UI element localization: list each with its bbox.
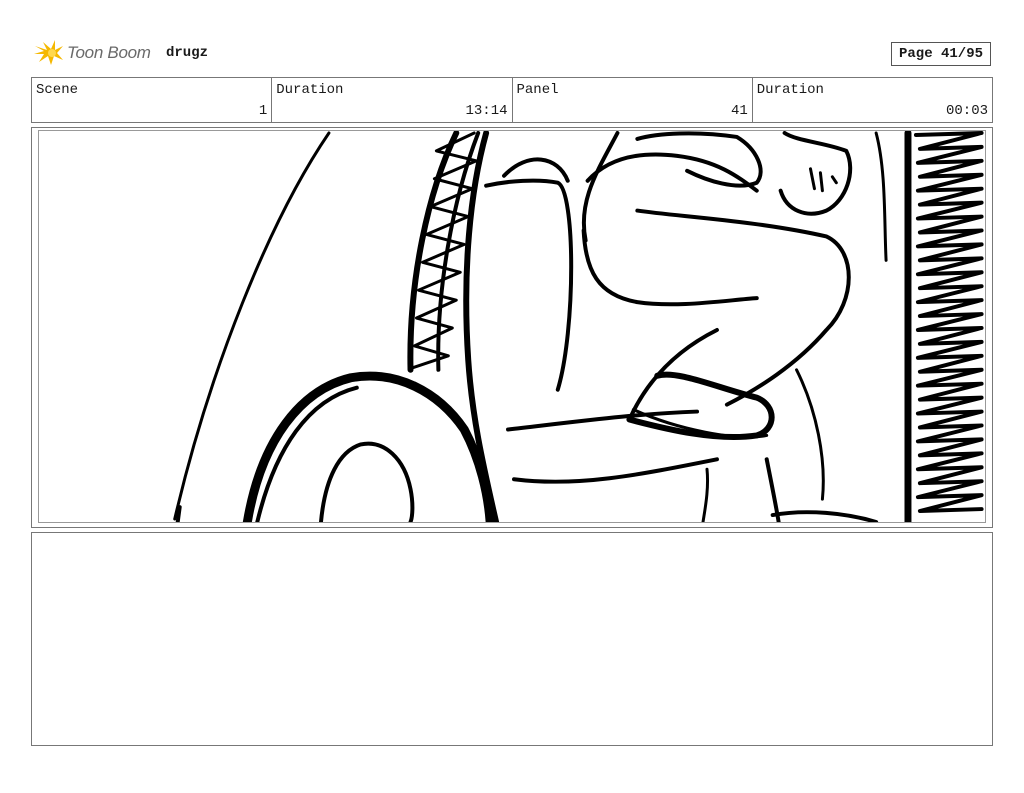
toon-boom-logo-icon (34, 40, 63, 65)
panel-notes-area (31, 532, 993, 746)
scene-label: Scene (36, 82, 79, 98)
info-bar: Scene 1 Duration 13:14 Panel 41 Duration… (31, 77, 993, 123)
scene-cell: Scene 1 (32, 78, 273, 122)
scene-duration-label: Duration (276, 82, 344, 98)
panel-duration-cell: Duration 00:03 (753, 78, 992, 122)
toon-boom-logo: Toon Boom (33, 38, 151, 68)
panel-drawing-area (38, 130, 986, 523)
panel-cell: Panel 41 (513, 78, 753, 122)
panel-value: 41 (730, 103, 748, 119)
panel-sketch (173, 131, 984, 522)
project-title: drugz (166, 45, 209, 61)
panel-duration-label: Duration (756, 82, 824, 98)
scene-duration-cell: Duration 13:14 (272, 78, 513, 122)
storyboard-panel (31, 127, 993, 528)
page-number: Page 41/95 (891, 42, 991, 66)
scene-value: 1 (258, 103, 268, 119)
panel-duration-value: 00:03 (945, 103, 988, 119)
panel-label: Panel (516, 82, 559, 98)
brand-name: Toon Boom (67, 43, 151, 62)
scene-duration-value: 13:14 (465, 103, 508, 119)
